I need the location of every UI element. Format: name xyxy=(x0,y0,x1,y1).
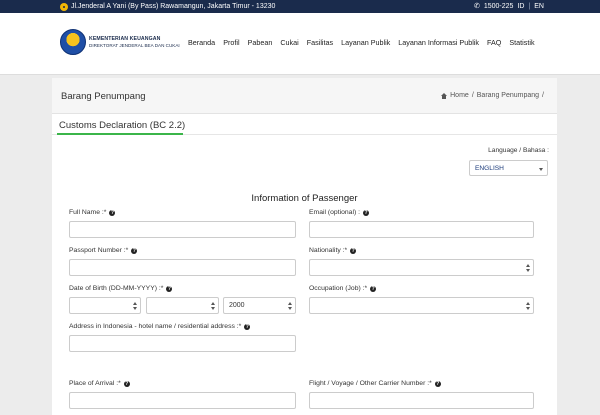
passport-label-text: Passport Number :* xyxy=(69,247,129,254)
nationality-label-text: Nationality :* xyxy=(309,247,348,254)
nav-fasilitas[interactable]: Fasilitas xyxy=(307,38,333,47)
help-icon[interactable]: ? xyxy=(109,209,116,216)
language-label: Language / Bahasa : xyxy=(488,147,549,154)
arrival-label-text: Place of Arrival :* xyxy=(69,380,121,387)
section-title: Information of Passenger xyxy=(251,193,358,204)
occupation-label: Occupation (Job) :* ? xyxy=(309,285,377,292)
help-icon[interactable]: ? xyxy=(244,323,251,330)
location-pin-icon xyxy=(60,2,68,11)
phone-number[interactable]: 1500-225 xyxy=(484,0,514,13)
top-bar-right: ✆ 1500-225 ID | EN xyxy=(474,0,544,13)
top-bar: Jl.Jenderal A Yani (By Pass) Rawamangun,… xyxy=(0,0,600,13)
email-input[interactable] xyxy=(309,221,534,238)
main-nav: Beranda Profil Pabean Cukai Fasilitas La… xyxy=(188,38,535,47)
lang-id-link[interactable]: ID xyxy=(517,0,524,13)
breadcrumb: Home / Barang Penumpang / xyxy=(441,92,544,99)
phone-icon: ✆ xyxy=(473,3,480,10)
nav-layanan-informasi-publik[interactable]: Layanan Informasi Publik xyxy=(398,38,479,47)
flight-input[interactable] xyxy=(309,392,534,409)
help-icon[interactable]: ? xyxy=(131,247,138,254)
dob-day-select[interactable] xyxy=(69,297,141,314)
dob-month-select[interactable] xyxy=(146,297,219,314)
nav-faq[interactable]: FAQ xyxy=(487,38,501,47)
dob-label: Date of Birth (DD-MM-YYYY) :* ? xyxy=(69,285,173,292)
occupation-label-text: Occupation (Job) :* xyxy=(309,285,368,292)
chevron-down-icon xyxy=(539,168,543,171)
arrival-select[interactable] xyxy=(69,392,296,409)
breadcrumb-separator: / xyxy=(471,92,474,99)
address-label-text: Address in Indonesia - hotel name / resi… xyxy=(69,323,242,330)
nav-profil[interactable]: Profil xyxy=(223,38,239,47)
site-logo[interactable]: KEMENTERIAN KEUANGAN DIREKTORAT JENDERAL… xyxy=(60,29,180,55)
breadcrumb-separator: / xyxy=(542,92,544,99)
help-icon[interactable]: ? xyxy=(434,380,441,387)
select-arrows-icon xyxy=(288,302,292,310)
lang-en-link[interactable]: EN xyxy=(534,0,544,13)
address-input[interactable] xyxy=(69,335,296,352)
site-header: KEMENTERIAN KEUANGAN DIREKTORAT JENDERAL… xyxy=(0,13,600,75)
language-select[interactable]: ENGLISH xyxy=(469,160,548,176)
address: Jl.Jenderal A Yani (By Pass) Rawamangun,… xyxy=(60,0,275,13)
full-name-input[interactable] xyxy=(69,221,296,238)
help-icon[interactable]: ? xyxy=(123,380,130,387)
passport-input[interactable] xyxy=(69,259,296,276)
address-label: Address in Indonesia - hotel name / resi… xyxy=(69,323,251,330)
email-label: Email (optional) : ? xyxy=(309,209,369,216)
select-arrows-icon xyxy=(526,302,530,310)
nav-cukai[interactable]: Cukai xyxy=(280,38,298,47)
nationality-label: Nationality :* ? xyxy=(309,247,357,254)
help-icon[interactable]: ? xyxy=(363,209,369,216)
flight-label-text: Flight / Voyage / Other Carrier Number :… xyxy=(309,380,432,387)
help-icon[interactable]: ? xyxy=(166,285,173,292)
help-icon[interactable]: ? xyxy=(370,285,377,292)
logo-line-1: KEMENTERIAN KEUANGAN xyxy=(89,36,161,42)
breadcrumb-current[interactable]: Barang Penumpang xyxy=(477,92,539,99)
nav-pabean[interactable]: Pabean xyxy=(248,38,273,47)
select-arrows-icon xyxy=(133,302,137,310)
nationality-select[interactable] xyxy=(309,259,534,276)
address-text: Jl.Jenderal A Yani (By Pass) Rawamangun,… xyxy=(71,3,276,10)
full-name-label-text: Full Name :* xyxy=(69,209,107,216)
select-arrows-icon xyxy=(526,264,530,272)
home-icon xyxy=(441,92,448,99)
occupation-select[interactable] xyxy=(309,297,534,314)
nav-layanan-publik[interactable]: Layanan Publik xyxy=(341,38,390,47)
select-arrows-icon xyxy=(211,302,215,310)
language-value: ENGLISH xyxy=(475,165,504,172)
content-panel: Barang Penumpang Home / Barang Penumpang… xyxy=(52,78,557,415)
tab-label: Customs Declaration (BC 2.2) xyxy=(59,120,186,131)
flight-label: Flight / Voyage / Other Carrier Number :… xyxy=(309,380,441,387)
tab-customs-declaration[interactable]: Customs Declaration (BC 2.2) xyxy=(57,117,187,133)
arrival-label: Place of Arrival :* ? xyxy=(69,380,130,387)
email-label-text: Email (optional) : xyxy=(309,209,360,216)
help-icon[interactable]: ? xyxy=(350,247,357,254)
tab-active-indicator xyxy=(57,133,183,135)
dob-label-text: Date of Birth (DD-MM-YYYY) :* xyxy=(69,285,164,292)
nav-beranda[interactable]: Beranda xyxy=(188,38,215,47)
full-name-label: Full Name :* ? xyxy=(69,209,116,216)
logo-line-2: DIREKTORAT JENDERAL BEA DAN CUKAI xyxy=(89,43,180,48)
page-title: Barang Penumpang xyxy=(61,91,146,102)
panel-header: Barang Penumpang Home / Barang Penumpang… xyxy=(52,78,557,114)
ministry-emblem-icon xyxy=(60,29,86,55)
nav-statistik[interactable]: Statistik xyxy=(509,38,534,47)
breadcrumb-home[interactable]: Home xyxy=(450,92,469,99)
lang-separator: | xyxy=(528,3,531,10)
passport-label: Passport Number :* ? xyxy=(69,247,138,254)
dob-year-select[interactable]: 2000 xyxy=(223,297,296,314)
dob-year-value: 2000 xyxy=(229,302,245,309)
